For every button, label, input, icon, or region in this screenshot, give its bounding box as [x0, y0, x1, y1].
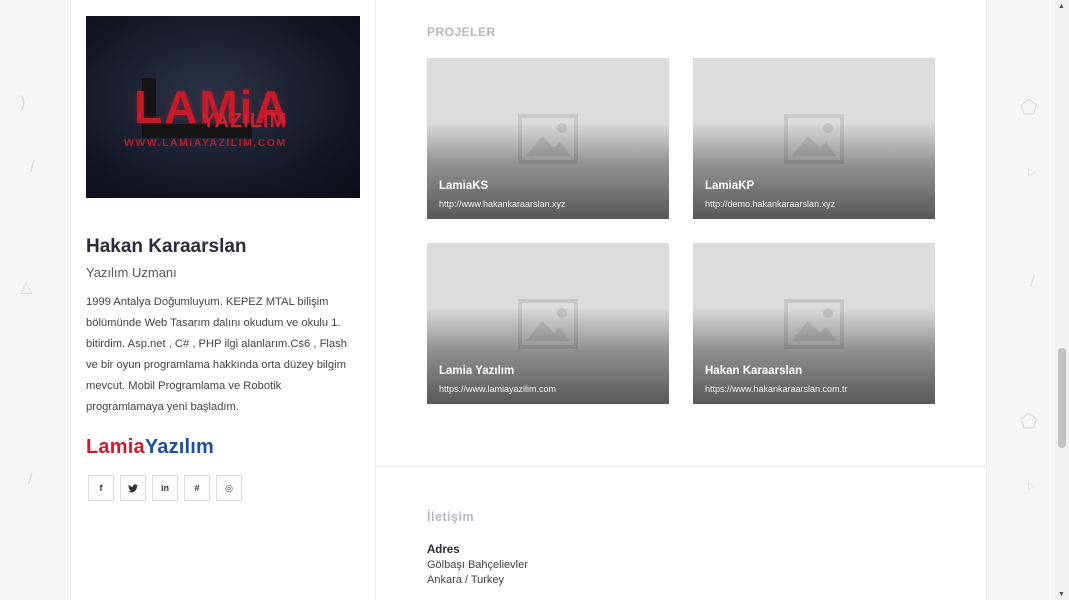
profile-role: Yazılım Uzmanı: [86, 265, 177, 280]
project-card[interactable]: LamiaKS http://www.hakankaraarslan.xyz: [427, 58, 669, 219]
profile-banner-image: LAMiA YAZILIM WWW.LAMiAYAZILIM.COM: [86, 16, 360, 198]
page-scrollbar[interactable]: ▲ ▼: [1055, 0, 1069, 600]
project-card[interactable]: LamiaKP http://demo.hakankaraarslan.xyz: [693, 58, 935, 219]
bg-decoration: ⬠: [1020, 411, 1038, 433]
scroll-up-icon[interactable]: ▲: [1058, 3, 1065, 10]
bg-decoration: ▷: [1028, 167, 1036, 178]
project-url: http://demo.hakankaraarslan.xyz: [705, 199, 836, 209]
bg-decoration: /: [30, 159, 35, 176]
dribbble-icon[interactable]: ◎: [216, 475, 242, 501]
project-title: Hakan Karaarslan: [705, 365, 803, 377]
facebook-icon[interactable]: f: [88, 475, 114, 501]
bg-decoration: ⬠: [1020, 97, 1038, 119]
contact-section: İletişim Adres Gölbaşı Bahçelievler Anka…: [376, 467, 986, 586]
project-title: LamiaKP: [705, 180, 755, 192]
address-line-1: Gölbaşı Bahçelievler: [427, 559, 528, 571]
twitter-icon[interactable]: [120, 475, 146, 501]
project-url: http://www.hakankaraarslan.xyz: [439, 199, 566, 209]
bg-decoration: /: [28, 471, 33, 488]
bg-decoration: ▷: [1028, 481, 1036, 492]
contact-title: İletişim: [427, 510, 475, 524]
project-card[interactable]: Lamia Yazılım https://www.lamiayazilim.c…: [427, 243, 669, 404]
page-container: LAMiA YAZILIM WWW.LAMiAYAZILIM.COM Hakan…: [70, 0, 987, 600]
brand-logo-part2: Yazılım: [144, 436, 215, 458]
profile-name: Hakan Karaarslan: [86, 236, 247, 257]
address-line-2: Ankara / Turkey: [427, 574, 505, 586]
bg-decoration: △: [20, 279, 33, 296]
banner-logo-url: WWW.LAMiAYAZILIM.COM: [124, 137, 287, 149]
profile-sidebar: LAMiA YAZILIM WWW.LAMiAYAZILIM.COM Hakan…: [71, 0, 376, 600]
linkedin-icon[interactable]: in: [152, 475, 178, 501]
main-content: PROJELER LamiaKS http://www.hakankaraars…: [376, 0, 986, 600]
bg-decoration: /: [1030, 274, 1035, 291]
project-title: Lamia Yazılım: [439, 365, 515, 377]
profile-bio: 1999 Antalya Doğumluyum. KEPEZ MTAL bili…: [86, 296, 347, 413]
projects-section: PROJELER LamiaKS http://www.hakankaraars…: [376, 0, 986, 467]
bg-decoration: ): [20, 94, 26, 111]
project-url: https://www.lamiayazilim.com: [439, 384, 557, 394]
project-url: https://www.hakankaraarslan.com.tr: [705, 384, 848, 394]
brand-logo: LamiaYazılım: [86, 436, 360, 459]
brand-logo-part1: Lamia: [86, 436, 145, 458]
scroll-down-icon[interactable]: ▼: [1058, 591, 1065, 598]
banner-logo-sub: YAZILIM: [202, 110, 288, 132]
project-card[interactable]: Hakan Karaarslan https://www.hakankaraar…: [693, 243, 935, 404]
social-links: f in # ◎: [86, 475, 360, 501]
address-label: Adres: [427, 544, 460, 556]
project-title: LamiaKS: [439, 180, 489, 192]
scrollbar-thumb[interactable]: [1058, 348, 1066, 448]
projects-grid: LamiaKS http://www.hakankaraarslan.xyz L…: [427, 58, 986, 404]
projects-title: PROJELER: [427, 25, 496, 39]
slack-icon[interactable]: #: [184, 475, 210, 501]
